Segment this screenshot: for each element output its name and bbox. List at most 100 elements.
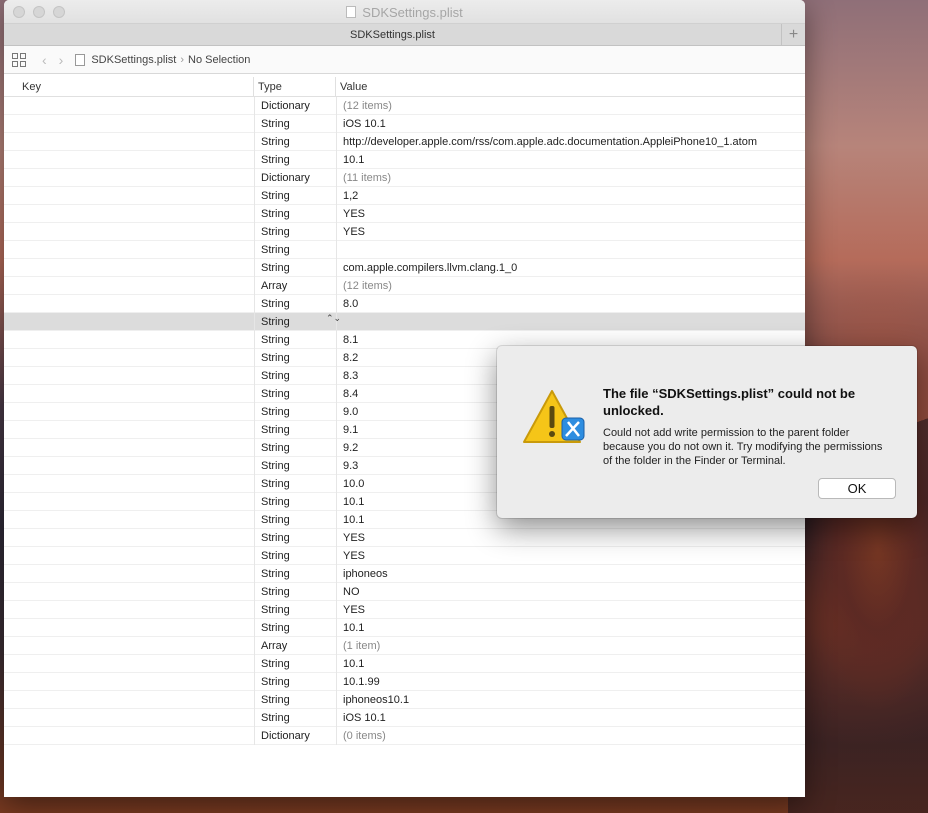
type-cell[interactable]: String [254,672,336,691]
value-cell[interactable]: http://developer.apple.com/rss/com.apple… [336,132,805,151]
type-cell[interactable]: Array [254,276,336,295]
table-row[interactable]: CODE_SIGNING_REQUIREDStringYES [4,546,805,565]
value-cell[interactable]: iphoneos [336,564,805,583]
type-cell[interactable]: Dictionary [254,96,336,115]
table-row[interactable]: DisplayNameStringiOS 10.1 [4,114,805,133]
type-cell[interactable]: String [254,708,336,727]
table-row[interactable]: MinimalDisplayNameString10.1 [4,150,805,169]
warning-xcode-icon [523,390,585,443]
value-cell[interactable]: (11 items) [336,168,805,187]
table-row[interactable]: ▼DEPLOYMENT_TARGET_SUGGESTE...Array(12 i… [4,276,805,295]
table-row[interactable]: MaximumDeploymentTargetString10.1.99 [4,672,805,691]
back-arrow-icon[interactable]: ‹ [42,52,47,68]
tab-sdksettings[interactable]: SDKSettings.plist [4,29,781,41]
type-cell[interactable]: String [254,348,336,367]
value-cell[interactable]: YES [336,546,805,565]
type-cell[interactable]: Dictionary [254,168,336,187]
column-header-value[interactable]: Value [336,77,805,96]
type-popup-stepper-icon[interactable]: ⌃⌄ [326,314,341,323]
value-cell[interactable]: 10.1.99 [336,672,805,691]
table-row[interactable]: ▶PropertyConditionFallbackNamesArray(1 i… [4,636,805,655]
type-cell[interactable]: Array [254,636,336,655]
table-row[interactable]: ENTITLEMENTS_REQUIREDStringYES [4,528,805,547]
type-cell[interactable]: String [254,456,336,475]
type-cell[interactable]: String [254,600,336,619]
type-cell[interactable]: String [254,384,336,403]
value-cell[interactable]: 10.1 [336,618,805,637]
table-row[interactable]: SUPPORTED_DEVICE_FAMILIESString1,2 [4,186,805,205]
table-row[interactable]: Item 1+−String⌃⌄ [4,312,805,331]
table-row[interactable]: CanonicalNameStringiphoneos10.1 [4,690,805,709]
table-row[interactable]: ▼RootDictionary(12 items) [4,96,805,115]
table-row[interactable]: DEFAULT_COMPILERStringcom.apple.compiler… [4,258,805,277]
type-cell[interactable]: String [254,258,336,277]
value-cell[interactable]: iOS 10.1 [336,114,805,133]
type-cell[interactable]: String [254,150,336,169]
type-cell[interactable]: String [254,222,336,241]
value-cell[interactable]: 10.1 [336,150,805,169]
type-cell[interactable]: String [254,330,336,349]
type-cell[interactable]: String [254,114,336,133]
type-cell[interactable]: String [254,420,336,439]
table-row[interactable]: AD_HOC_CODE_SIGNING_ALLOWEDStringNO [4,582,805,601]
type-cell[interactable]: String [254,528,336,547]
breadcrumb-selection[interactable]: No Selection [188,54,250,66]
type-cell[interactable]: String [254,492,336,511]
table-row[interactable]: ▶CustomPropertiesDictionary(0 items) [4,726,805,745]
table-row[interactable]: VersionString10.1 [4,618,805,637]
value-cell[interactable]: YES [336,528,805,547]
type-cell[interactable]: String [254,186,336,205]
new-tab-button[interactable]: + [781,24,805,46]
type-cell[interactable]: Dictionary [254,726,336,745]
table-row[interactable]: Item 0String8.0 [4,294,805,313]
type-cell[interactable]: String [254,402,336,421]
value-cell[interactable]: 10.1 [336,654,805,673]
type-cell[interactable]: String [254,474,336,493]
ok-button[interactable]: OK [818,478,896,499]
table-row[interactable]: GCC_THUMB_SUPPORTStringYES [4,204,805,223]
breadcrumb-separator: › [180,53,184,66]
value-cell[interactable]: 1,2 [336,186,805,205]
type-cell[interactable]: String [254,510,336,529]
column-header-key[interactable]: Key [4,77,254,96]
type-cell[interactable]: String [254,438,336,457]
table-row[interactable]: IsBaseSDKStringYES [4,600,805,619]
type-cell[interactable]: String [254,654,336,673]
type-cell[interactable]: String [254,294,336,313]
forward-arrow-icon[interactable]: › [59,52,64,68]
value-cell[interactable]: 8.0 [336,294,805,313]
value-cell[interactable]: iphoneos10.1 [336,690,805,709]
value-cell[interactable]: YES [336,222,805,241]
type-cell[interactable]: String [254,240,336,259]
type-cell[interactable]: String [254,690,336,709]
value-cell[interactable]: YES [336,600,805,619]
value-cell[interactable]: (1 item) [336,636,805,655]
table-row[interactable]: DEAD_CODE_STRIPPINGStringYES [4,222,805,241]
value-cell[interactable]: iOS 10.1 [336,708,805,727]
value-cell[interactable]: YES [336,204,805,223]
table-row[interactable]: PLATFORM_NAMEStringiphoneos [4,564,805,583]
value-cell[interactable] [336,240,805,259]
type-cell[interactable]: String [254,312,336,331]
table-row[interactable]: ▼DefaultPropertiesDictionary(11 items) [4,168,805,187]
related-items-icon[interactable] [12,52,26,67]
value-cell[interactable]: com.apple.compilers.llvm.clang.1_0 [336,258,805,277]
breadcrumb-file[interactable]: SDKSettings.plist [91,54,176,66]
value-cell[interactable]: (12 items) [336,276,805,295]
table-row[interactable]: DocSetFeedURLStringhttp://developer.appl… [4,132,805,151]
value-cell[interactable]: (0 items) [336,726,805,745]
value-cell[interactable] [336,312,805,331]
type-cell[interactable]: String [254,546,336,565]
value-cell[interactable]: NO [336,582,805,601]
type-cell[interactable]: String [254,582,336,601]
table-row[interactable]: DefaultDeploymentTargetString10.1 [4,654,805,673]
type-cell[interactable]: String [254,204,336,223]
type-cell[interactable]: String [254,366,336,385]
type-cell[interactable]: String [254,618,336,637]
value-cell[interactable]: (12 items) [336,96,805,115]
table-row[interactable]: DocSetFeedNameStringiOS 10.1 [4,708,805,727]
type-cell[interactable]: String [254,564,336,583]
type-cell[interactable]: String [254,132,336,151]
column-header-type[interactable]: Type [254,77,336,96]
table-row[interactable]: CODE_SIGN_ENTITLEMENTSString [4,240,805,259]
